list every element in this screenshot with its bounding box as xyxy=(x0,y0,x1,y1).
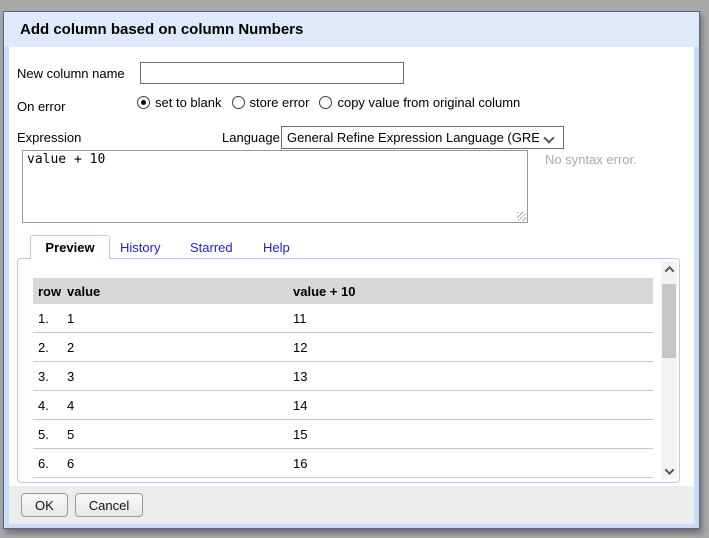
resize-grip-icon[interactable] xyxy=(517,212,526,221)
scroll-up-button[interactable] xyxy=(661,261,677,277)
scroll-down-button[interactable] xyxy=(661,463,677,479)
radio-label: set to blank xyxy=(155,95,222,110)
table-row: 1. 1 11 xyxy=(33,304,653,333)
result-cell: 12 xyxy=(293,340,653,355)
tab-starred[interactable]: Starred xyxy=(190,240,233,255)
value-cell: 4 xyxy=(67,398,293,413)
on-error-radio-group: set to blank store error copy value from… xyxy=(137,95,520,110)
dialog-body: New column name On error set to blank st… xyxy=(9,47,694,523)
on-error-label: On error xyxy=(17,99,65,114)
radio-button-icon[interactable] xyxy=(319,96,332,109)
expression-textarea[interactable]: value + 10 xyxy=(22,150,528,223)
radio-button-icon[interactable] xyxy=(137,96,150,109)
table-row: 4. 4 14 xyxy=(33,391,653,420)
scrollbar[interactable] xyxy=(661,261,677,479)
radio-option-store-error[interactable]: store error xyxy=(232,95,310,110)
column-header-value: value xyxy=(67,284,293,299)
value-cell: 1 xyxy=(67,311,293,326)
language-select[interactable]: General Refine Expression Language (GREL… xyxy=(281,126,564,149)
radio-label: copy value from original column xyxy=(337,95,520,110)
cancel-button[interactable]: Cancel xyxy=(75,493,143,517)
table-row: 6. 6 16 xyxy=(33,449,653,478)
language-label: Language xyxy=(222,130,280,145)
value-cell: 6 xyxy=(67,456,293,471)
radio-option-copy-value[interactable]: copy value from original column xyxy=(319,95,520,110)
preview-table: row value value + 10 1. 1 11 2. 2 12 3. … xyxy=(33,278,653,478)
scrollbar-thumb[interactable] xyxy=(662,284,676,358)
result-cell: 13 xyxy=(293,369,653,384)
chevron-up-icon xyxy=(664,265,674,275)
table-row: 2. 2 12 xyxy=(33,333,653,362)
result-cell: 15 xyxy=(293,427,653,442)
column-header-result: value + 10 xyxy=(293,284,653,299)
table-header-row: row value value + 10 xyxy=(33,278,653,304)
table-row: 5. 5 15 xyxy=(33,420,653,449)
row-index-cell: 4. xyxy=(33,398,67,413)
result-cell: 11 xyxy=(293,311,653,326)
new-column-name-label: New column name xyxy=(17,66,125,81)
tab-history[interactable]: History xyxy=(120,240,160,255)
row-index-cell: 5. xyxy=(33,427,67,442)
row-index-cell: 2. xyxy=(33,340,67,355)
radio-button-icon[interactable] xyxy=(232,96,245,109)
preview-panel: row value value + 10 1. 1 11 2. 2 12 3. … xyxy=(17,258,680,483)
tab-preview[interactable]: Preview xyxy=(30,235,110,259)
table-row: 3. 3 13 xyxy=(33,362,653,391)
expression-label: Expression xyxy=(17,130,81,145)
ok-button[interactable]: OK xyxy=(21,493,68,517)
dialog-footer: OK Cancel xyxy=(9,486,694,524)
expression-editor: value + 10 xyxy=(22,150,528,223)
result-cell: 14 xyxy=(293,398,653,413)
radio-label: store error xyxy=(250,95,310,110)
value-cell: 3 xyxy=(67,369,293,384)
new-column-name-input[interactable] xyxy=(140,62,404,84)
row-index-cell: 3. xyxy=(33,369,67,384)
dialog-title: Add column based on column Numbers xyxy=(4,12,699,47)
chevron-down-icon xyxy=(664,465,674,475)
radio-option-set-to-blank[interactable]: set to blank xyxy=(137,95,222,110)
result-cell: 16 xyxy=(293,456,653,471)
column-header-row: row xyxy=(33,284,67,299)
syntax-status-text: No syntax error. xyxy=(545,152,637,167)
row-index-cell: 6. xyxy=(33,456,67,471)
row-index-cell: 1. xyxy=(33,311,67,326)
value-cell: 2 xyxy=(67,340,293,355)
add-column-dialog: Add column based on column Numbers New c… xyxy=(3,11,700,529)
tab-help[interactable]: Help xyxy=(263,240,290,255)
value-cell: 5 xyxy=(67,427,293,442)
